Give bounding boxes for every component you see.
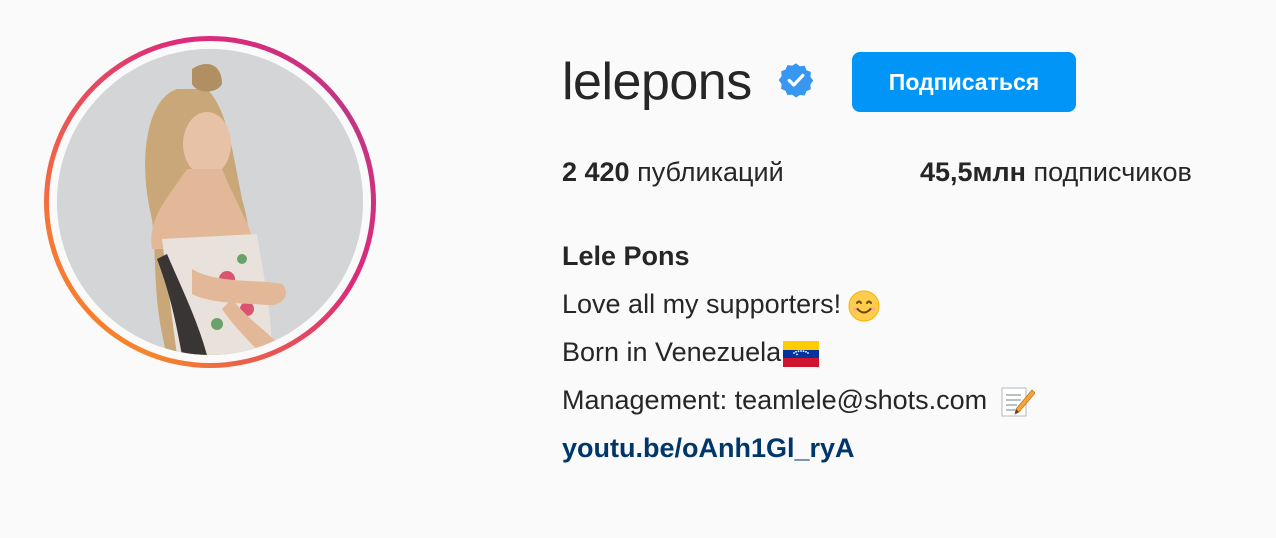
follow-button[interactable]: Подписаться: [852, 52, 1076, 112]
full-name: Lele Pons: [562, 241, 690, 271]
external-link[interactable]: youtu.be/oAnh1Gl_ryA: [562, 433, 855, 463]
verified-badge-icon: [778, 63, 814, 98]
posts-stat: 2 420 публикаций: [562, 154, 784, 190]
followers-count: 45,5млн: [920, 157, 1026, 187]
bio: Lele Pons Love all my supporters! Born i…: [562, 232, 1036, 472]
bio-line-3-text: Management: teamlele@shots.com: [562, 385, 988, 415]
bio-line-3: Management: teamlele@shots.com: [562, 376, 1036, 424]
posts-label: публикаций: [637, 157, 784, 187]
username: lelepons: [562, 53, 752, 111]
memo-icon: [1001, 387, 1036, 417]
bio-line-2-text: Born in Venezuela: [562, 337, 782, 367]
followers-stat[interactable]: 45,5млн подписчиков: [920, 154, 1192, 190]
profile-header: lelepons Подписаться 2 420 публикаций 45…: [0, 0, 1276, 538]
bio-line-2: Born in Venezuela: [562, 328, 1035, 376]
avatar-photo: [57, 49, 363, 355]
story-ring[interactable]: [44, 36, 376, 368]
posts-count: 2 420: [562, 157, 630, 187]
bio-line-1: Love all my supporters!: [562, 280, 1035, 328]
bio-link-line: youtu.be/oAnh1Gl_ryA: [562, 424, 1035, 472]
avatar[interactable]: [57, 49, 363, 355]
followers-label: подписчиков: [1033, 157, 1192, 187]
bio-line-1-text: Love all my supporters!: [562, 289, 842, 319]
smiling-face-icon: [848, 290, 880, 322]
venezuela-flag-icon: [783, 340, 820, 367]
